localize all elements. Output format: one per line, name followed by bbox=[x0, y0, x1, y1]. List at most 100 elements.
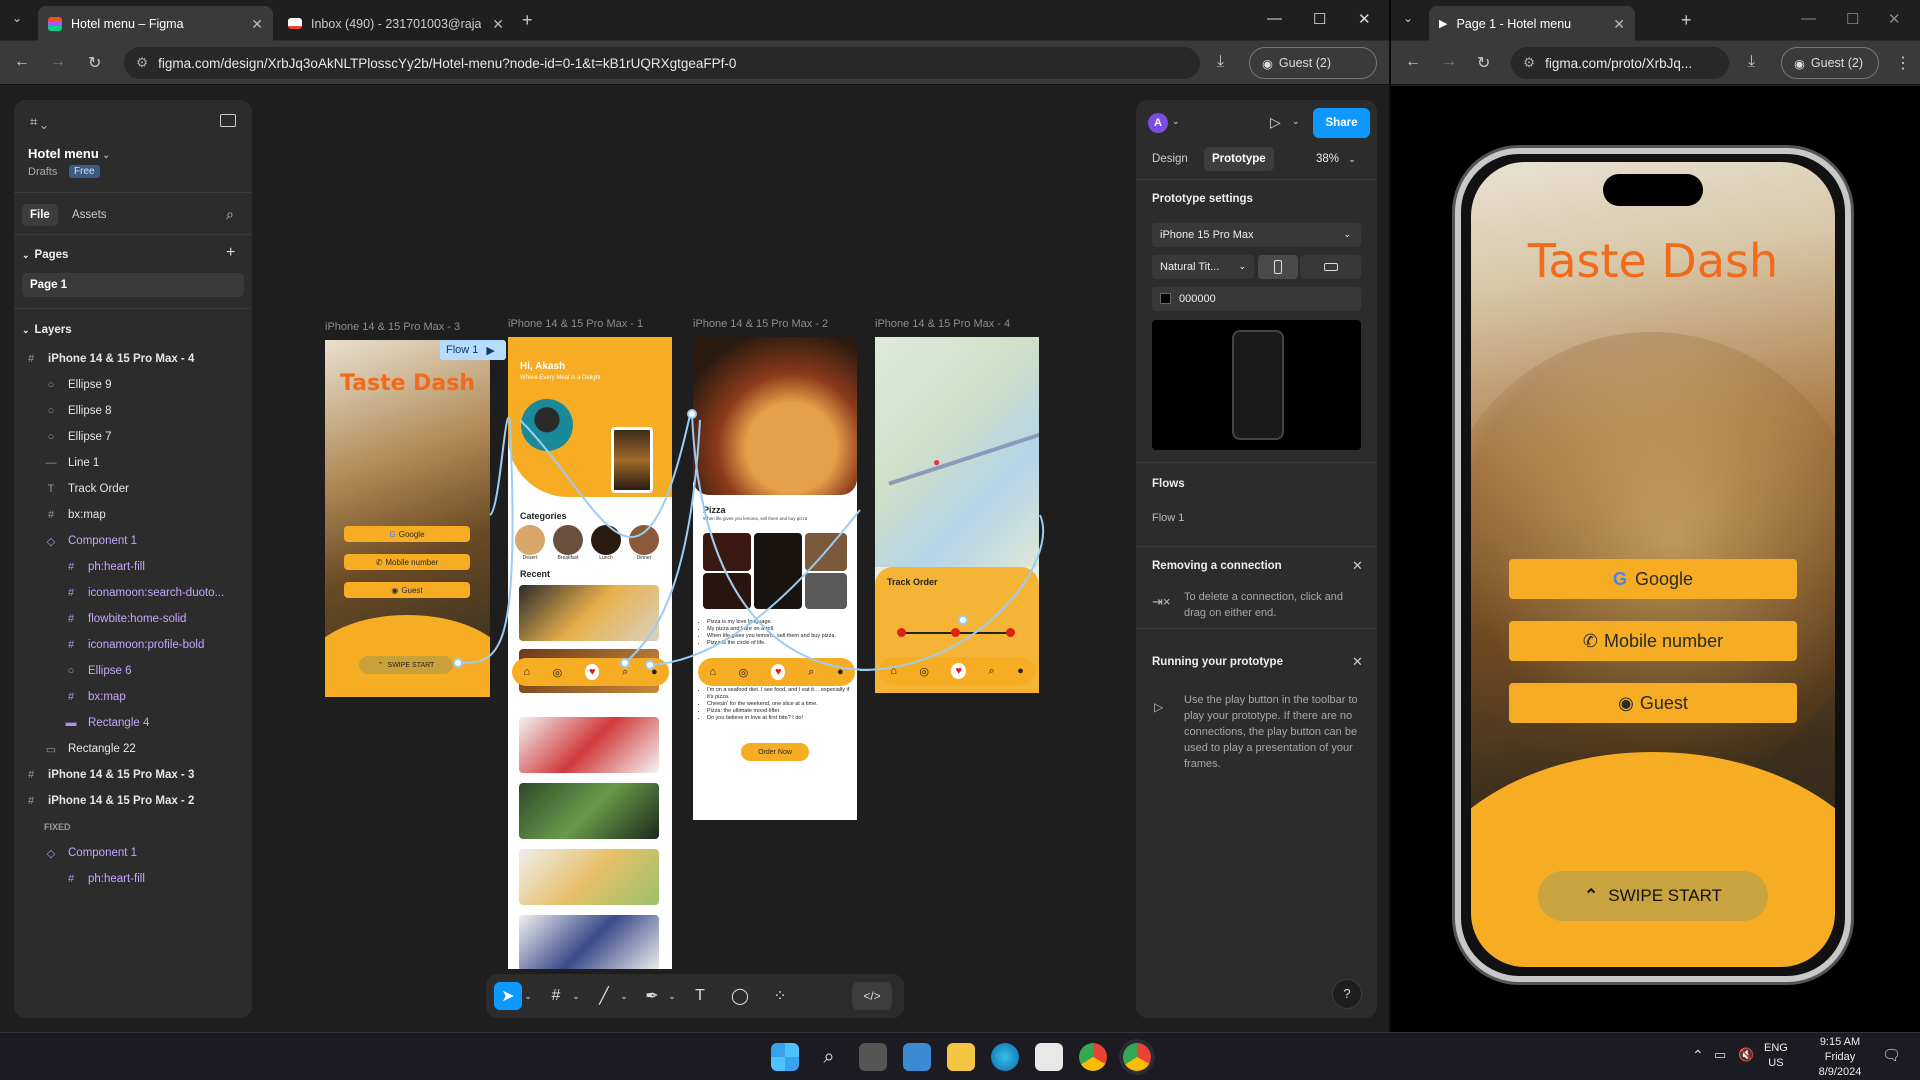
layer-item[interactable]: ▬ Rectangle 4 bbox=[14, 709, 252, 737]
url-field[interactable]: ⚙ figma.com/design/XrbJq3oAkNLTPlosscYy2… bbox=[124, 47, 1200, 79]
more-menu-icon[interactable]: ⋮ bbox=[1895, 53, 1911, 73]
frame-pizza[interactable]: Pizza When life gives you lemons, sell t… bbox=[693, 337, 857, 820]
layer-item[interactable]: — Line 1 bbox=[14, 449, 252, 477]
order-now-button[interactable]: Order Now bbox=[741, 743, 809, 761]
tab-prototype[interactable]: Prototype bbox=[1204, 147, 1274, 171]
layer-item[interactable]: # iconamoon:search-duoto... bbox=[14, 579, 252, 607]
map-pin-icon[interactable]: ◎ bbox=[553, 666, 563, 679]
comment-tool-icon[interactable]: ◯ bbox=[726, 982, 754, 1010]
new-tab-icon[interactable]: + bbox=[1681, 10, 1692, 31]
map-pin-icon[interactable]: ◎ bbox=[739, 666, 749, 679]
close-window-icon[interactable]: ✕ bbox=[1358, 10, 1371, 28]
recent-dish-5[interactable] bbox=[519, 849, 659, 905]
layer-item[interactable]: ○ Ellipse 9 bbox=[14, 371, 252, 399]
layer-item[interactable]: # iPhone 14 & 15 Pro Max - 2 bbox=[14, 787, 252, 815]
search-icon[interactable]: ⌕ bbox=[622, 666, 628, 679]
guest-button[interactable]: ◉ Guest bbox=[344, 582, 470, 598]
reload-icon[interactable]: ↻ bbox=[88, 53, 101, 73]
frame-label-2[interactable]: iPhone 14 & 15 Pro Max - 2 bbox=[693, 318, 828, 330]
layer-item[interactable]: # iconamoon:profile-bold bbox=[14, 631, 252, 659]
start-icon[interactable] bbox=[771, 1043, 799, 1071]
profile-icon[interactable]: ● bbox=[1017, 665, 1024, 677]
share-button[interactable]: Share bbox=[1313, 108, 1370, 138]
play-flow-icon[interactable]: ▶ bbox=[486, 344, 494, 357]
layer-item[interactable]: # ph:heart-fill bbox=[14, 865, 252, 893]
language-indicator[interactable]: ENG US bbox=[1764, 1041, 1788, 1071]
dev-mode-icon[interactable]: </> bbox=[852, 982, 892, 1010]
frame-tool-icon[interactable]: # bbox=[542, 982, 570, 1010]
flow-item[interactable]: Flow 1 bbox=[1152, 512, 1184, 524]
category-lunch[interactable]: Lunch bbox=[590, 525, 622, 561]
layer-item[interactable]: ○ Ellipse 8 bbox=[14, 397, 252, 425]
sidebar-toggle-icon[interactable] bbox=[220, 114, 236, 127]
layer-item[interactable]: ○ Ellipse 6 bbox=[14, 657, 252, 685]
portrait-toggle[interactable] bbox=[1258, 255, 1298, 279]
close-icon[interactable]: ✕ bbox=[251, 16, 263, 33]
minimize-icon[interactable]: — bbox=[1267, 10, 1282, 27]
layer-item[interactable]: # iPhone 14 & 15 Pro Max - 4 bbox=[14, 345, 252, 373]
layer-item[interactable]: # flowbite:home-solid bbox=[14, 605, 252, 633]
close-icon[interactable]: ✕ bbox=[1613, 16, 1625, 33]
layers-header[interactable]: ⌄ Layers bbox=[22, 324, 72, 336]
map-pin-icon[interactable]: ◎ bbox=[919, 665, 929, 678]
profile-button[interactable]: ◉ Guest (2) bbox=[1781, 47, 1879, 79]
recent-dish-1[interactable] bbox=[519, 585, 659, 641]
back-icon[interactable]: ← bbox=[14, 53, 30, 71]
phone-screen[interactable]: Taste Dash G Google ✆ Mobile number ◉ Guest… bbox=[1471, 162, 1835, 967]
close-window-icon[interactable]: ✕ bbox=[1888, 10, 1901, 28]
swipe-button[interactable]: ⌃ SWIPE START bbox=[359, 656, 453, 674]
chrome-active-icon[interactable] bbox=[1123, 1043, 1151, 1071]
tab-gmail[interactable]: Inbox (490) - 231701003@rajal ✕ bbox=[278, 6, 514, 41]
file-name[interactable]: Hotel menu ⌄ bbox=[28, 146, 110, 161]
minimize-icon[interactable]: — bbox=[1801, 10, 1816, 27]
close-icon[interactable]: ✕ bbox=[1352, 654, 1363, 670]
tray-overflow-icon[interactable]: ⌃ bbox=[1692, 1047, 1704, 1064]
site-info-icon[interactable]: ⚙ bbox=[1523, 55, 1535, 71]
frame-label-3[interactable]: iPhone 14 & 15 Pro Max - 3 bbox=[325, 321, 460, 333]
google-button[interactable]: G Google bbox=[1509, 559, 1797, 599]
add-page-icon[interactable]: + bbox=[226, 244, 235, 262]
heart-icon[interactable]: ♥ bbox=[770, 664, 786, 680]
volume-muted-icon[interactable]: 🔇 bbox=[1738, 1047, 1754, 1063]
tab-figma[interactable]: Hotel menu – Figma ✕ bbox=[38, 6, 273, 41]
clock[interactable]: 9:15 AM Friday 8/9/2024 bbox=[1808, 1035, 1872, 1080]
page-item-page-1[interactable]: Page 1 bbox=[22, 273, 244, 297]
search-icon[interactable]: ⌕ bbox=[226, 206, 234, 223]
avatar-chevron-icon[interactable]: ⌄ bbox=[1172, 116, 1180, 127]
actions-tool-icon[interactable]: ⁘ bbox=[766, 982, 794, 1010]
pen-tool-icon[interactable]: ✒ bbox=[638, 982, 666, 1010]
present-icon[interactable]: ▷ bbox=[1270, 114, 1281, 131]
network-icon[interactable]: ▭ bbox=[1714, 1047, 1726, 1063]
search-icon[interactable]: ⌕ bbox=[988, 665, 994, 678]
site-info-icon[interactable]: ⚙ bbox=[136, 55, 148, 71]
layer-item[interactable]: # bx:map bbox=[14, 683, 252, 711]
layer-item[interactable]: # bx:map bbox=[14, 501, 252, 529]
mobile-button[interactable]: ✆ Mobile number bbox=[344, 554, 470, 570]
close-icon[interactable]: ✕ bbox=[492, 16, 504, 33]
pizza-gallery-4[interactable] bbox=[703, 573, 751, 609]
layer-item[interactable]: ◇ Component 1 bbox=[14, 839, 252, 867]
widgets-icon[interactable] bbox=[903, 1043, 931, 1071]
layer-item[interactable]: ○ Ellipse 7 bbox=[14, 423, 252, 451]
home-icon[interactable]: ⌂ bbox=[523, 666, 530, 678]
line-tool-icon[interactable]: ╱ bbox=[590, 982, 618, 1010]
home-icon[interactable]: ⌂ bbox=[709, 666, 716, 678]
swipe-start-button[interactable]: ⌃ SWIPE START bbox=[1538, 871, 1768, 921]
file-explorer-icon[interactable] bbox=[947, 1043, 975, 1071]
heart-icon[interactable]: ♥ bbox=[951, 663, 966, 679]
search-icon[interactable]: ⌕ bbox=[808, 666, 814, 679]
profile-icon[interactable]: ● bbox=[837, 666, 844, 678]
chrome-icon[interactable] bbox=[1079, 1043, 1107, 1071]
layer-item[interactable]: FIXED bbox=[14, 813, 252, 841]
layer-item[interactable]: # iPhone 14 & 15 Pro Max - 3 bbox=[14, 761, 252, 789]
frame-tool-chevron-icon[interactable]: ⌄ bbox=[570, 982, 582, 1010]
google-button[interactable]: G Google bbox=[344, 526, 470, 542]
category-dinner[interactable]: Dinner bbox=[628, 525, 660, 561]
profile-button[interactable]: ◉ Guest (2) bbox=[1249, 47, 1377, 79]
pizza-gallery-1[interactable] bbox=[703, 533, 751, 571]
layer-item[interactable]: ◇ Component 1 bbox=[14, 527, 252, 555]
forward-icon[interactable]: → bbox=[50, 53, 66, 71]
tab-assets[interactable]: Assets bbox=[72, 209, 107, 221]
pizza-gallery-5[interactable] bbox=[805, 573, 847, 609]
frame-home[interactable]: Hi, Akash Where Every Meal is a Delight … bbox=[508, 337, 672, 969]
